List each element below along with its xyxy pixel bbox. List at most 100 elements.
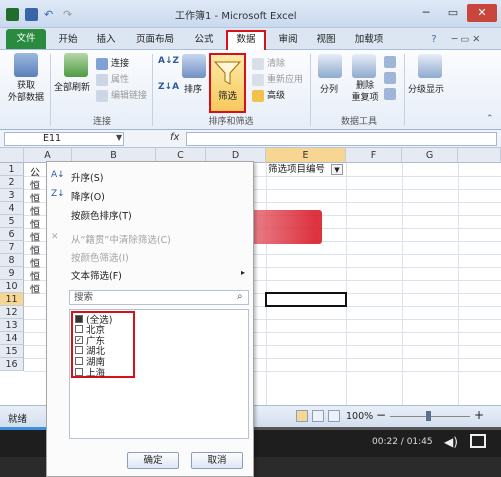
zoom-in-button[interactable]: + (474, 408, 484, 422)
reapply-button[interactable]: 重新应用 (252, 72, 303, 86)
redo-icon[interactable]: ↷ (63, 8, 76, 21)
menu-sort-descending[interactable]: 降序(O) (71, 189, 105, 203)
help-icon[interactable]: ? (428, 31, 440, 50)
autofilter-menu[interactable]: A↓ 升序(S) Z↓ 降序(O) 按颜色排序(T) ✕ 从“籍贯”中清除筛选(… (46, 161, 254, 477)
tab-view[interactable]: 视图 (310, 31, 342, 50)
consolidate-button[interactable] (384, 72, 399, 84)
edit-links-button[interactable]: 编辑链接 (96, 88, 147, 102)
sort-az-button[interactable]: A↓Z (158, 56, 179, 66)
row-header[interactable]: 7 (0, 241, 24, 254)
row-header[interactable]: 14 (0, 332, 24, 345)
get-external-data-button[interactable]: 获取 外部数据 (4, 80, 48, 104)
menu-sort-ascending[interactable]: 升序(S) (71, 170, 103, 184)
zoom-out-button[interactable]: − (376, 408, 386, 422)
menu-text-filters[interactable]: 文本筛选(F) (71, 268, 122, 282)
save-icon[interactable] (25, 7, 38, 21)
name-box[interactable]: E11 (4, 132, 124, 146)
database-icon (14, 53, 38, 77)
formula-bar: E11 ▼ fx (0, 130, 501, 148)
row-header[interactable]: 3 (0, 189, 24, 202)
tab-formulas[interactable]: 公式 (188, 31, 220, 50)
submenu-arrow-icon: ▸ (241, 268, 246, 277)
clear-filter-icon: ✕ (51, 232, 59, 242)
tab-review[interactable]: 审阅 (272, 31, 304, 50)
normal-view-icon[interactable] (296, 410, 308, 422)
row-header[interactable]: 12 (0, 306, 24, 319)
e1-filter-dropdown-icon[interactable]: ▼ (331, 164, 343, 175)
outline-button[interactable]: 分级显示 (408, 82, 444, 95)
refresh-all-button[interactable]: 全部刷新 (54, 80, 90, 93)
advanced-button[interactable]: 高级 (252, 88, 285, 102)
page-break-view-icon[interactable] (328, 410, 340, 422)
volume-icon[interactable]: ◀) (444, 435, 458, 449)
tab-home[interactable]: 开始 (52, 31, 84, 50)
row-header[interactable]: 5 (0, 215, 24, 228)
checkbox-icon (75, 357, 83, 365)
sort-za-button[interactable]: Z↓A (158, 82, 179, 92)
minimize-button[interactable]: ─ (413, 4, 439, 22)
select-all-corner[interactable] (0, 148, 24, 163)
row-header[interactable]: 15 (0, 345, 24, 358)
title-bar: ↶ ↷ 工作簿1 - Microsoft Excel ─ ▭ ✕ (0, 0, 501, 28)
what-if-button[interactable] (384, 88, 399, 100)
cell-a10[interactable]: 恒 (30, 281, 40, 296)
row-header[interactable]: 13 (0, 319, 24, 332)
fx-button[interactable]: fx (170, 132, 179, 143)
edit-links-label: 编辑链接 (111, 91, 148, 101)
advanced-label: 高级 (267, 91, 286, 101)
zoom-slider-thumb[interactable] (426, 411, 431, 421)
data-validation-button[interactable] (384, 56, 399, 68)
undo-icon[interactable]: ↶ (44, 8, 57, 21)
cancel-button[interactable]: 取消 (191, 452, 243, 469)
zoom-level[interactable]: 100% (346, 411, 373, 422)
connections-button[interactable]: 连接 (96, 56, 129, 70)
maximize-button[interactable]: ▭ (440, 4, 466, 22)
sort-button[interactable]: 排序 (184, 82, 202, 95)
page-layout-view-icon[interactable] (312, 410, 324, 422)
tab-insert[interactable]: 插入 (90, 31, 122, 50)
filter-item-shanghai[interactable]: 上海 (75, 365, 105, 379)
data-validation-icon (384, 56, 396, 68)
properties-button[interactable]: 属性 (96, 72, 129, 86)
name-box-dropdown-icon[interactable]: ▼ (116, 133, 122, 142)
row-header[interactable]: 4 (0, 202, 24, 215)
row-header[interactable]: 16 (0, 358, 24, 371)
ok-button[interactable]: 确定 (127, 452, 179, 469)
window-title: 工作簿1 - Microsoft Excel (175, 11, 297, 22)
row-header[interactable]: 6 (0, 228, 24, 241)
menu-sort-by-color[interactable]: 按颜色排序(T) (71, 208, 132, 222)
remove-dup-label-1: 删除 (355, 81, 374, 91)
fullscreen-icon[interactable] (470, 434, 486, 448)
col-header-g[interactable]: G (402, 148, 458, 163)
row-header[interactable]: 9 (0, 267, 24, 280)
ribbon-window-controls[interactable]: ─ ▭ ✕ (446, 31, 486, 50)
row-header[interactable]: 1 (0, 163, 24, 176)
remove-duplicates-button[interactable]: 删除 重复项 (346, 80, 384, 104)
close-button[interactable]: ✕ (467, 4, 497, 22)
formula-input[interactable] (186, 132, 497, 146)
row-header[interactable]: 2 (0, 176, 24, 189)
active-cell-e11[interactable] (265, 292, 347, 307)
row-header[interactable]: 10 (0, 280, 24, 293)
row-header[interactable]: 8 (0, 254, 24, 267)
status-ready: 就绪 (8, 414, 28, 425)
filter-search-input[interactable]: 搜索 (69, 290, 249, 305)
text-to-columns-icon (318, 54, 342, 78)
outline-icon (418, 54, 442, 78)
menu-clear-filter[interactable]: 从“籍贯”中清除筛选(C) (71, 232, 171, 246)
advanced-filter-icon (252, 89, 264, 102)
tab-data[interactable]: 数据 (226, 30, 266, 50)
funnel-icon (213, 61, 242, 85)
text-to-columns-button[interactable]: 分列 (320, 82, 338, 95)
properties-label: 属性 (111, 75, 130, 85)
menu-filter-by-color[interactable]: 按颜色筛选(I) (71, 250, 129, 264)
collapse-ribbon-icon[interactable]: ⌃ (486, 114, 494, 124)
tab-addins[interactable]: 加载项 (348, 31, 390, 50)
tab-page-layout[interactable]: 页面布局 (128, 31, 182, 50)
col-header-e[interactable]: E (266, 148, 346, 163)
filter-button[interactable]: 筛选 (209, 53, 246, 113)
tab-file[interactable]: 文件 (6, 29, 46, 49)
clear-button[interactable]: 清除 (252, 56, 285, 70)
row-header[interactable]: 11 (0, 293, 24, 306)
col-header-f[interactable]: F (346, 148, 402, 163)
